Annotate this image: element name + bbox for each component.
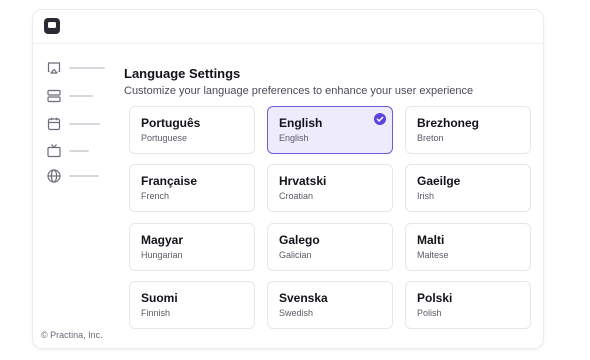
language-native-name: Português: [141, 116, 201, 130]
language-english-name: Breton: [417, 133, 444, 143]
language-card-brezhoneg[interactable]: Brezhoneg Breton: [405, 106, 531, 154]
language-card-english[interactable]: English English: [267, 106, 393, 154]
language-native-name: Svenska: [279, 291, 328, 305]
language-english-name: Galician: [279, 250, 312, 260]
sidebar-item-label-placeholder: [69, 175, 99, 177]
language-card-galego[interactable]: Galego Galician: [267, 223, 393, 271]
language-card-malti[interactable]: Malti Maltese: [405, 223, 531, 271]
language-english-name: Finnish: [141, 308, 171, 318]
language-english-name: Irish: [417, 191, 435, 201]
language-english-name: French: [141, 191, 170, 201]
tv-icon: [46, 143, 62, 159]
language-native-name: Brezhoneg: [417, 116, 480, 130]
language-english-name: Hungarian: [141, 250, 183, 260]
sidebar-item-label-placeholder: [69, 67, 105, 69]
page-title: Language Settings: [124, 66, 241, 81]
language-english-name: Polish: [417, 308, 442, 318]
language-native-name: Française: [141, 174, 198, 188]
language-card-polski[interactable]: Polski Polish: [405, 281, 531, 329]
sidebar-item-label-placeholder: [69, 95, 93, 97]
sidebar: [33, 44, 113, 348]
sidebar-item-tv[interactable]: [46, 143, 108, 159]
calendar-icon: [46, 116, 62, 132]
language-native-name: Malti: [417, 233, 445, 247]
language-native-name: English: [279, 116, 323, 130]
language-native-name: Suomi: [141, 291, 178, 305]
sidebar-item-server[interactable]: [46, 88, 108, 104]
app-logo-icon[interactable]: [44, 18, 60, 34]
language-native-name: Hrvatski: [279, 174, 327, 188]
app-window: © Practina, Inc. Language Settings Custo…: [32, 9, 544, 349]
airplay-icon: [46, 60, 62, 76]
language-native-name: Galego: [279, 233, 320, 247]
language-english-name: Portuguese: [141, 133, 188, 143]
language-card-hrvatski[interactable]: Hrvatski Croatian: [267, 164, 393, 212]
language-native-name: Polski: [417, 291, 453, 305]
language-settings-header: Language Settings Customize your languag…: [124, 66, 473, 97]
sidebar-item-label-placeholder: [69, 123, 100, 125]
sidebar-item-language[interactable]: [46, 168, 108, 184]
language-card-suomi[interactable]: Suomi Finnish: [129, 281, 255, 329]
language-english-name: Swedish: [279, 308, 314, 318]
sidebar-item-calendar[interactable]: [46, 116, 108, 132]
page-subtitle: Customize your language preferences to e…: [124, 85, 474, 97]
language-english-name: Maltese: [417, 250, 449, 260]
language-native-name: Gaeilge: [417, 174, 461, 188]
top-bar: [33, 10, 543, 44]
language-english-name: Croatian: [279, 191, 314, 201]
language-card-portugues[interactable]: Português Portuguese: [129, 106, 255, 154]
language-card-magyar[interactable]: Magyar Hungarian: [129, 223, 255, 271]
language-card-svenska[interactable]: Svenska Swedish: [267, 281, 393, 329]
language-card-francaise[interactable]: Française French: [129, 164, 255, 212]
language-card-gaeilge[interactable]: Gaeilge Irish: [405, 164, 531, 212]
check-icon: [374, 113, 386, 125]
copyright-text: © Practina, Inc.: [41, 330, 103, 340]
language-native-name: Magyar: [141, 233, 184, 247]
language-english-name: English: [279, 133, 309, 143]
sidebar-item-airplay[interactable]: [46, 60, 108, 76]
sidebar-item-label-placeholder: [69, 150, 89, 152]
globe-icon: [46, 168, 62, 184]
server-icon: [46, 88, 62, 104]
